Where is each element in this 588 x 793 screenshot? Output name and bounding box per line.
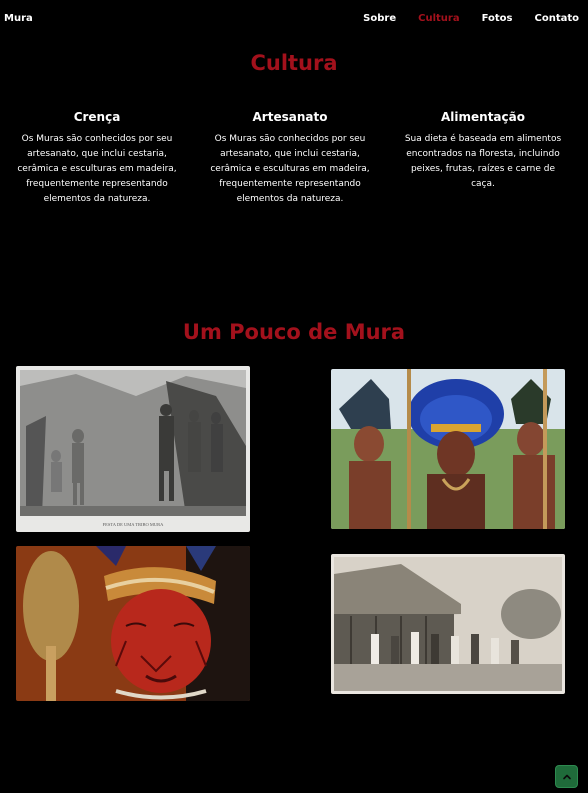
- section-title-gallery: Um Pouco de Mura: [182, 320, 406, 344]
- culture-card-text: Os Muras são conhecidos por seu artesana…: [210, 134, 370, 204]
- nav-item-sobre[interactable]: Sobre: [363, 13, 396, 24]
- nav-item-fotos[interactable]: Fotos: [482, 13, 513, 24]
- culture-card-heading: Alimentação: [441, 110, 525, 124]
- back-to-top-button[interactable]: [555, 765, 578, 788]
- chevron-up-icon: [562, 774, 571, 779]
- gallery-photo-village[interactable]: [331, 554, 565, 694]
- main-nav: Sobre Cultura Fotos Contato: [341, 13, 579, 24]
- village-image: [331, 554, 565, 694]
- engraving-image: FESTA DE UMA TRIBO MURA: [16, 366, 250, 532]
- culture-card-text: Sua dieta é baseada em alimentos encontr…: [404, 134, 562, 189]
- section-title-cultura: Cultura: [250, 51, 338, 75]
- gallery-photo-warriors[interactable]: [331, 369, 565, 529]
- culture-card-text: Os Muras são conhecidos por seu artesana…: [17, 134, 177, 204]
- culture-card-heading: Artesanato: [252, 110, 328, 124]
- page: Mura Sobre Cultura Fotos Contato Cultura…: [0, 0, 588, 793]
- warriors-image: [331, 369, 565, 529]
- culture-card-heading: Crença: [73, 110, 121, 124]
- gallery-photo-engraving[interactable]: FESTA DE UMA TRIBO MURA: [16, 366, 250, 532]
- culture-card-alimentacao: Alimentação Sua dieta é baseada em alime…: [398, 110, 568, 192]
- portrait-image: [16, 546, 250, 701]
- culture-card-artesanato: Artesanato Os Muras são conhecidos por s…: [205, 110, 375, 207]
- gallery-photo-portrait[interactable]: [16, 546, 250, 701]
- nav-item-contato[interactable]: Contato: [534, 13, 579, 24]
- nav-item-cultura[interactable]: Cultura: [418, 13, 459, 24]
- brand-logo[interactable]: Mura: [4, 13, 33, 24]
- engraving-caption: FESTA DE UMA TRIBO MURA: [103, 522, 165, 527]
- culture-card-crenca: Crença Os Muras são conhecidos por seu a…: [12, 110, 182, 207]
- site-header: Mura Sobre Cultura Fotos Contato: [0, 0, 588, 40]
